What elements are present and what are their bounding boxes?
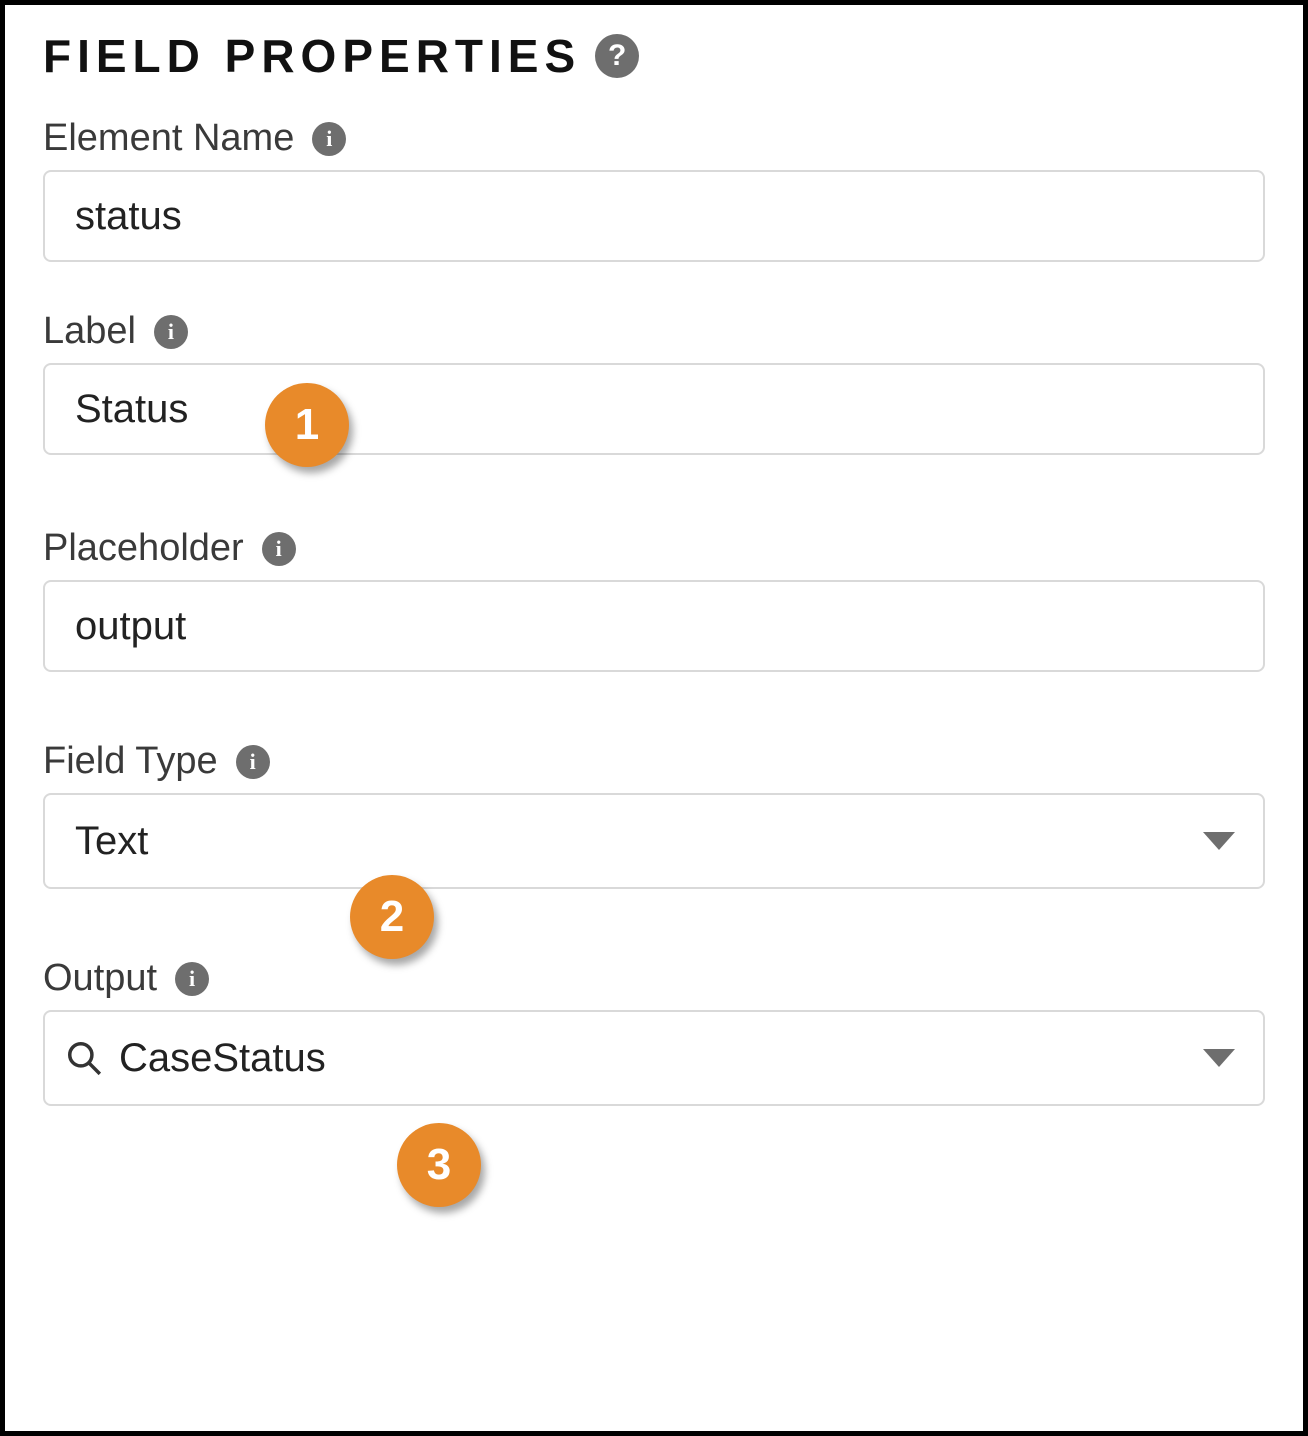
info-icon[interactable]: i	[175, 962, 209, 996]
field-label-row: Placeholder i	[43, 527, 1265, 570]
callout-badge-1: 1	[265, 383, 349, 467]
field-type-select-wrap: Text	[43, 793, 1265, 889]
element-name-field: Element Name i	[43, 117, 1265, 262]
field-type-field: Field Type i Text	[43, 740, 1265, 889]
field-type-value: Text	[75, 819, 148, 864]
field-label-row: Output i	[43, 957, 1265, 1000]
field-properties-panel: FIELD PROPERTIES ? Element Name i Label …	[0, 0, 1308, 1436]
placeholder-field: Placeholder i	[43, 527, 1265, 672]
output-value: CaseStatus	[119, 1036, 326, 1081]
label-field: Label i	[43, 310, 1265, 455]
info-icon[interactable]: i	[262, 532, 296, 566]
field-type-select[interactable]: Text	[43, 793, 1265, 889]
info-icon[interactable]: i	[312, 122, 346, 156]
element-name-label: Element Name	[43, 117, 294, 160]
panel-title: FIELD PROPERTIES	[43, 29, 581, 83]
info-icon[interactable]: i	[154, 315, 188, 349]
placeholder-label: Placeholder	[43, 527, 244, 570]
chevron-down-icon	[1203, 1049, 1235, 1067]
output-select-wrap: CaseStatus	[43, 1010, 1265, 1106]
placeholder-input[interactable]	[43, 580, 1265, 672]
search-icon	[65, 1039, 103, 1077]
field-label-row: Element Name i	[43, 117, 1265, 160]
callout-badge-3: 3	[397, 1123, 481, 1207]
panel-header: FIELD PROPERTIES ?	[43, 29, 1265, 83]
callout-badge-2: 2	[350, 875, 434, 959]
chevron-down-icon	[1203, 832, 1235, 850]
label-input[interactable]	[43, 363, 1265, 455]
output-label: Output	[43, 957, 157, 1000]
element-name-input[interactable]	[43, 170, 1265, 262]
field-type-label: Field Type	[43, 740, 218, 783]
field-label-row: Label i	[43, 310, 1265, 353]
info-icon[interactable]: i	[236, 745, 270, 779]
output-select[interactable]: CaseStatus	[43, 1010, 1265, 1106]
label-field-label: Label	[43, 310, 136, 353]
help-icon[interactable]: ?	[595, 34, 639, 78]
field-label-row: Field Type i	[43, 740, 1265, 783]
output-field: Output i CaseStatus	[43, 957, 1265, 1106]
